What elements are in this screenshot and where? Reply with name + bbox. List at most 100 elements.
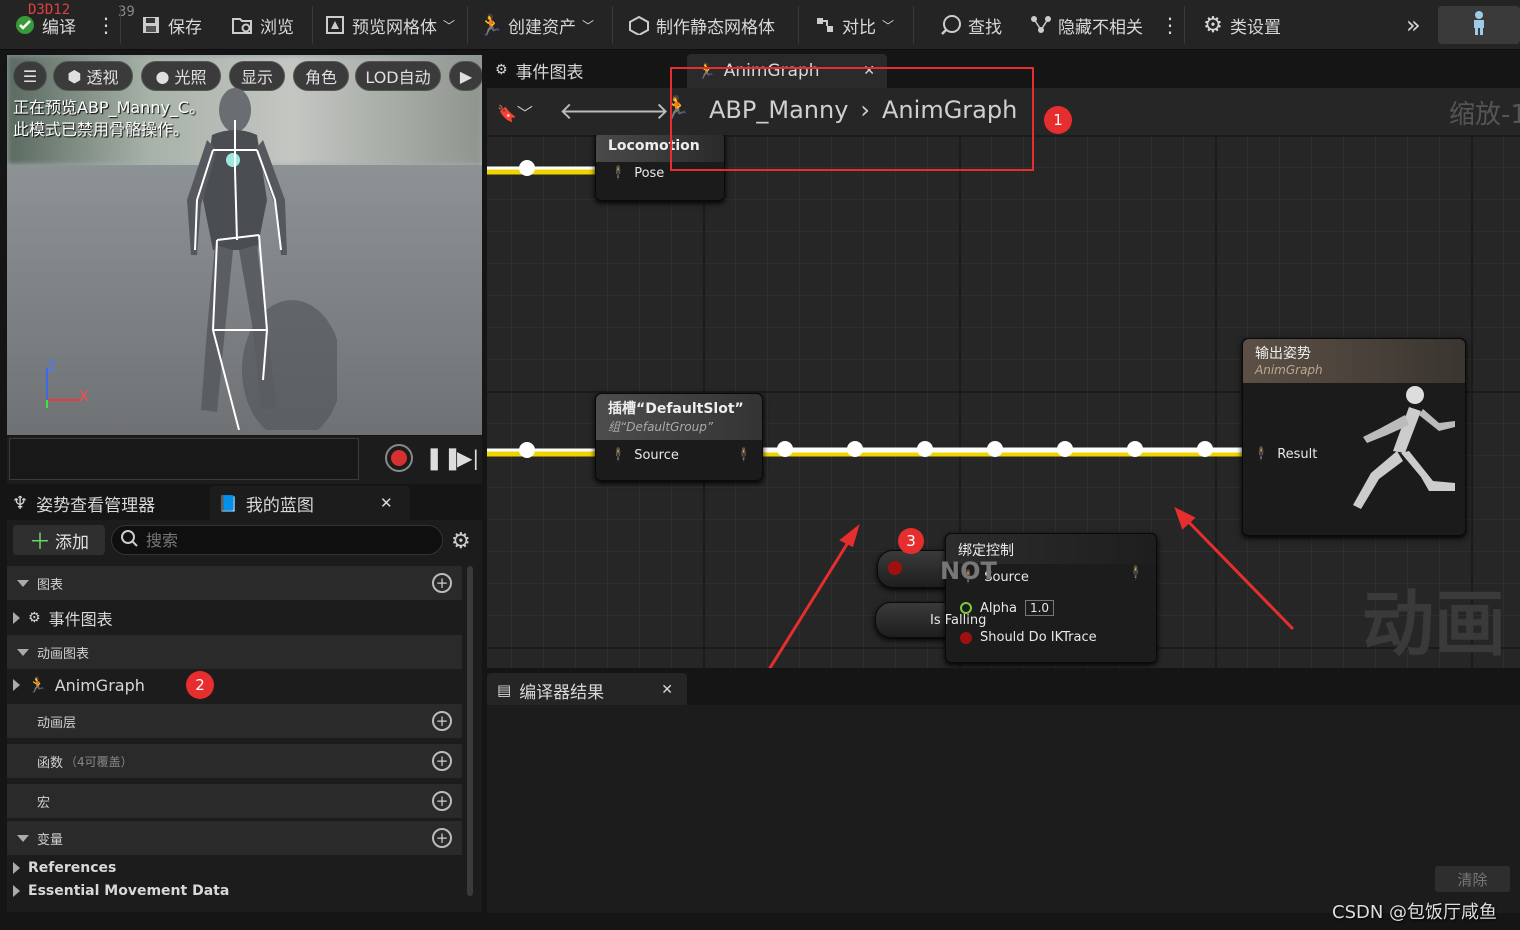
- variable-group-references[interactable]: References: [7, 857, 462, 879]
- category-functions[interactable]: 函数 （4可覆盖） +: [7, 744, 462, 778]
- step-forward-icon: ▶|: [457, 446, 480, 470]
- find-icon: [940, 14, 962, 36]
- axis-gizmo: [46, 368, 81, 408]
- hide-unrelated-button[interactable]: 隐藏不相关: [1030, 0, 1143, 50]
- diff-dropdown[interactable]: 对比 ﹀: [814, 0, 894, 50]
- tab-compiler-results[interactable]: ▤ 编译器结果 ✕: [487, 673, 687, 707]
- play-icon: ▶: [459, 66, 473, 86]
- preview-mesh-dropdown[interactable]: 预览网格体 ﹀: [324, 0, 455, 50]
- gear-icon: ⚙: [1203, 12, 1223, 38]
- save-button[interactable]: 保存: [140, 0, 202, 50]
- add-function-button[interactable]: +: [432, 751, 452, 771]
- compile-check-icon: [14, 14, 36, 36]
- save-icon: [140, 14, 162, 36]
- hide-unrelated-icon: [1030, 14, 1052, 36]
- annotation-arrows: [768, 506, 1295, 668]
- pose-watch-icon: ♆: [12, 492, 29, 514]
- bookmark-icon: 🔖﹀: [497, 104, 533, 123]
- record-button[interactable]: [385, 444, 413, 472]
- collapse-arrow-icon: [17, 834, 29, 842]
- bookmark-dropdown[interactable]: 🔖﹀: [497, 100, 533, 124]
- variable-group-essential-movement[interactable]: Essential Movement Data: [7, 880, 462, 902]
- browse-button[interactable]: 浏览: [232, 0, 294, 50]
- timeline-scrubber[interactable]: [9, 438, 359, 480]
- collapse-arrow-icon: [17, 648, 29, 656]
- add-anim-layer-button[interactable]: +: [432, 711, 452, 731]
- blueprint-book-icon: 📘: [218, 493, 238, 513]
- category-anim-graphs[interactable]: 动画图表: [7, 635, 462, 669]
- gear-icon: ⚙: [451, 529, 471, 554]
- annotation-badge-3: 3: [898, 528, 924, 554]
- browse-folder-icon: [232, 14, 254, 36]
- compile-options-button[interactable]: ⋮: [96, 0, 116, 50]
- settings-gear-button[interactable]: ⚙: [451, 529, 471, 554]
- lod-button[interactable]: LOD自动: [355, 61, 441, 91]
- node-title: NOT: [940, 557, 997, 585]
- tab-my-blueprint[interactable]: 📘 我的蓝图: [218, 488, 314, 518]
- tab-event-graph[interactable]: ⚙ 事件图表: [487, 52, 667, 88]
- tree-item-event-graph[interactable]: ⚙ 事件图表: [7, 603, 462, 633]
- step-forward-button[interactable]: ▶|: [457, 446, 479, 470]
- tree-item-anim-graph[interactable]: 🏃 AnimGraph: [7, 670, 462, 700]
- class-settings-button[interactable]: ⚙ 类设置: [1202, 0, 1281, 50]
- axis-z-label: Z: [47, 359, 57, 375]
- panel-scrollbar[interactable]: [467, 566, 473, 896]
- make-static-mesh-button[interactable]: 制作静态网格体: [628, 0, 775, 50]
- arrow-right-icon: 🡒: [605, 97, 670, 125]
- search-box[interactable]: [111, 525, 443, 555]
- tab-pose-watch[interactable]: ♆ 姿势查看管理器: [12, 488, 155, 518]
- static-mesh-icon: [628, 14, 650, 36]
- close-icon: ✕: [380, 494, 393, 512]
- anim-graph-icon: 🏃: [28, 676, 47, 694]
- node-title: Is Falling: [930, 613, 987, 628]
- annotation-highlight-box: [670, 67, 1034, 171]
- category-variables[interactable]: 变量 +: [7, 821, 462, 855]
- chevron-down-icon: ﹀: [582, 18, 595, 33]
- collapse-arrow-icon: [17, 579, 29, 587]
- find-button[interactable]: 查找: [940, 0, 1002, 50]
- diff-icon: [814, 14, 836, 36]
- compile-button[interactable]: 编译: [14, 0, 76, 50]
- add-graph-button[interactable]: +: [432, 573, 452, 593]
- record-icon: [391, 450, 407, 466]
- category-macros[interactable]: 宏 +: [7, 784, 462, 818]
- close-icon[interactable]: ✕: [661, 682, 673, 698]
- forward-button[interactable]: 🡒: [605, 96, 669, 125]
- compiler-results-panel: [487, 705, 1520, 913]
- running-figure-icon: 🏃: [478, 13, 504, 37]
- category-graphs[interactable]: 图表 +: [7, 566, 462, 600]
- expand-arrow-icon: [13, 885, 20, 897]
- toolbar-overflow-button[interactable]: »: [1406, 0, 1421, 50]
- zoom-level: 缩放-1: [1449, 100, 1520, 130]
- annotation-badge-1: 1: [1044, 106, 1072, 134]
- skeleton-icon: [1468, 10, 1490, 40]
- hamburger-icon: ☰: [22, 66, 38, 86]
- add-macro-button[interactable]: +: [432, 791, 452, 811]
- expand-arrow-icon: [13, 862, 20, 874]
- viewport-menu-button[interactable]: ☰: [13, 61, 47, 91]
- event-graph-icon: ⚙: [28, 610, 41, 626]
- chevron-down-icon: ﹀: [882, 18, 895, 33]
- clear-button[interactable]: 清除: [1435, 866, 1510, 892]
- expand-arrow-icon: [13, 679, 20, 691]
- cube-icon: ⬢: [67, 66, 82, 86]
- create-asset-dropdown[interactable]: 🏃 创建资产 ﹀: [478, 0, 595, 50]
- mannequin-character: [187, 88, 337, 430]
- more-options-button[interactable]: ⋮: [1160, 0, 1180, 50]
- perspective-button[interactable]: ⬢ 透视: [53, 61, 133, 91]
- preview-viewport[interactable]: ☰ ⬢ 透视 ● 光照 显示 角色 LOD自动 ▶ 正在预览ABP_Manny_C。…: [7, 55, 482, 435]
- add-button[interactable]: ＋ 添加: [13, 525, 105, 555]
- search-icon: [120, 529, 138, 551]
- event-graph-icon: ⚙: [495, 62, 508, 78]
- annotation-badge-2: 2: [186, 671, 214, 699]
- add-variable-button[interactable]: +: [432, 828, 452, 848]
- mesh-icon: [324, 14, 346, 36]
- anim-graph-canvas[interactable]: 动画 Locomotion 🕴 Pose 插槽“DefaultSlot” 组“De…: [487, 135, 1520, 668]
- viewport-play-button[interactable]: ▶: [449, 61, 482, 91]
- close-my-blueprint-tab[interactable]: ✕: [380, 488, 393, 518]
- my-blueprint-panel: ＋ 添加 ⚙ 图表 + ⚙ 事件图表 动画图表 🏃 AnimGraph 动画层 …: [7, 520, 482, 912]
- search-input[interactable]: [146, 530, 426, 550]
- skeleton-mode-button[interactable]: [1438, 6, 1520, 44]
- category-anim-layers[interactable]: 动画层 +: [7, 704, 462, 738]
- chevron-down-icon: ﹀: [443, 18, 456, 33]
